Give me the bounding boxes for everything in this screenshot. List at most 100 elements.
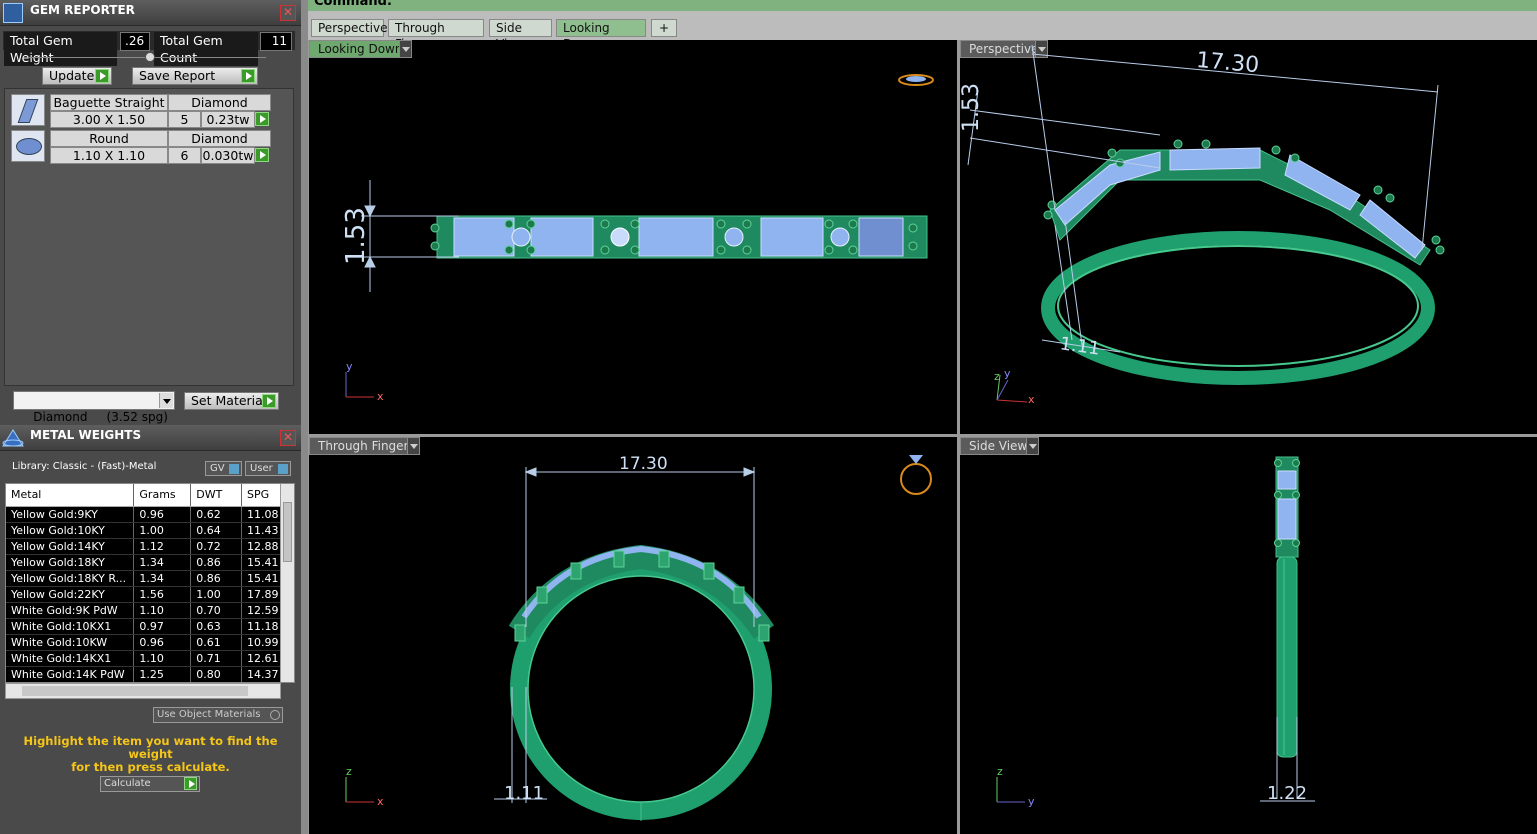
axis-label: z (346, 765, 352, 778)
total-gem-weight-value: .26 (120, 32, 150, 51)
table-cell: 10.99 (241, 634, 282, 651)
play-icon (255, 148, 269, 162)
horizontal-scrollbar[interactable] (5, 683, 281, 699)
table-cell: 1.34 (133, 554, 192, 571)
axis-label: z (997, 765, 1003, 778)
table-cell: 0.86 (190, 554, 243, 571)
axis-label: x (377, 390, 384, 403)
save-report-button[interactable]: Save Report (132, 67, 258, 85)
gem-reporter-title: GEM REPORTER (0, 0, 301, 26)
calculate-label: Calculate (104, 778, 151, 789)
gem-list-item[interactable]: Round Diamond 1.10 X 1.10 6 0.030tw (9, 128, 271, 164)
table-row[interactable]: Yellow Gold:18KY R... 1.34 0.86 15.41 (6, 570, 282, 587)
command-bar[interactable]: Command: (308, 0, 1537, 11)
table-cell: 1.56 (133, 586, 192, 603)
table-row[interactable]: White Gold:14K PdW 1.25 0.80 14.37 (6, 666, 282, 682)
dim-text: 17.30 (619, 454, 668, 474)
table-row[interactable]: Yellow Gold:9KY 0.96 0.62 11.08 (6, 506, 282, 523)
ring-band-top-view (430, 215, 928, 259)
table-cell: 1.34 (133, 570, 192, 587)
table-row[interactable]: White Gold:14KX1 1.10 0.71 12.61 (6, 650, 282, 667)
divider-handle-icon[interactable] (145, 52, 155, 62)
viewport-through-finger[interactable]: Through Finger 17.30 1.11 z x (309, 437, 957, 834)
use-object-materials-toggle[interactable]: Use Object Materials (153, 707, 283, 723)
gem-go-button[interactable] (253, 147, 271, 164)
table-cell: 1.10 (133, 602, 192, 619)
column-header[interactable]: Grams (133, 484, 192, 507)
table-cell: 15.41 (241, 554, 282, 571)
axis-label: y (346, 360, 353, 373)
viewport-perspective[interactable]: Perspective 17.30 1.53 1.11 z y x (960, 40, 1537, 434)
table-row[interactable]: Yellow Gold:18KY 1.34 0.86 15.41 (6, 554, 282, 571)
material-select-value: Diamond (3.52 spg) (33, 410, 168, 424)
axis-icon (345, 372, 374, 398)
gem-size: 3.00 X 1.50 (50, 111, 168, 128)
tab-looking-down[interactable]: Looking Down (556, 19, 646, 51)
table-cell: 11.43 (241, 522, 282, 539)
material-select[interactable]: Diamond (3.52 spg) (13, 391, 175, 424)
axis-icon (996, 374, 1028, 403)
table-cell: 15.41 (241, 570, 282, 587)
table-row[interactable]: White Gold:10KX1 0.97 0.63 11.18 (6, 618, 282, 635)
table-row[interactable]: Yellow Gold:14KY 1.12 0.72 12.88 (6, 538, 282, 555)
dim-text: 1.53 (960, 83, 984, 132)
dim-text: 1.11 (1059, 333, 1102, 359)
command-area: Command: Perspective Through Finger Side… (308, 0, 1537, 51)
column-header[interactable]: DWT (190, 484, 243, 507)
panel-splitter[interactable] (301, 0, 308, 834)
toggle-indicator (229, 464, 239, 474)
table-row[interactable]: Yellow Gold:10KY 1.00 0.64 11.43 (6, 522, 282, 539)
gem-shape: Baguette Straight (50, 94, 168, 111)
table-cell: White Gold:10KX1 (6, 618, 135, 635)
gem-reporter-icon (3, 3, 23, 23)
through-finger-scene: 17.30 1.11 z x (345, 454, 932, 821)
table-cell: 1.10 (133, 650, 192, 667)
table-cell: 0.64 (190, 522, 243, 539)
gem-totals-row: Total Gem Weight .26 Total Gem Count 11 (3, 31, 295, 66)
update-button[interactable]: Update (42, 67, 112, 85)
toggle-indicator (278, 464, 288, 474)
viewport-side-view[interactable]: Side View 1.22 z y (960, 437, 1537, 834)
round-gem-icon (11, 130, 45, 162)
total-gem-weight-label: Total Gem Weight (4, 32, 117, 66)
baguette-gem-icon (11, 94, 45, 126)
viewport-looking-down[interactable]: Looking Down 1.53 y x (309, 40, 957, 434)
use-object-materials-label: Use Object Materials (157, 709, 261, 720)
gv-toggle[interactable]: GV (205, 461, 242, 476)
side-view-scene: 1.22 z y (996, 456, 1315, 808)
scroll-thumb[interactable] (22, 686, 248, 696)
table-row[interactable]: White Gold:10KW 0.96 0.61 10.99 (6, 634, 282, 651)
column-header[interactable]: SPG (241, 484, 282, 507)
add-tab-button[interactable]: + (651, 19, 677, 37)
looking-down-scene: 1.53 y x (341, 74, 934, 403)
gem-go-button[interactable] (253, 111, 271, 128)
table-row[interactable]: White Gold:9K PdW 1.10 0.70 12.59 (6, 602, 282, 619)
scroll-thumb[interactable] (283, 502, 292, 562)
calculate-button[interactable]: Calculate (100, 776, 200, 792)
set-material-button[interactable]: Set Material (184, 392, 279, 410)
column-header[interactable]: Metal (6, 484, 135, 507)
dimension-lines (967, 44, 1439, 353)
table-cell: Yellow Gold:18KY (6, 554, 135, 571)
gem-reporter-close-button[interactable]: ✕ (280, 5, 296, 21)
table-cell: 12.61 (241, 650, 282, 667)
tab-side-view[interactable]: Side View (489, 19, 552, 51)
radio-icon (270, 710, 280, 720)
tab-through-finger[interactable]: Through Finger (388, 19, 484, 51)
metal-weights-header: METAL WEIGHTS ✕ (0, 425, 301, 451)
tab-perspective[interactable]: Perspective (311, 19, 388, 37)
gem-count: 6 (168, 147, 201, 164)
table-cell: White Gold:10KW (6, 634, 135, 651)
table-row[interactable]: Yellow Gold:22KY 1.56 1.00 17.89 (6, 586, 282, 603)
metal-weights-close-button[interactable]: ✕ (280, 430, 296, 446)
axis-label: y (1004, 367, 1011, 380)
vertical-scrollbar[interactable] (280, 484, 294, 682)
gem-list-item[interactable]: Baguette Straight Diamond 3.00 X 1.50 5 … (9, 92, 271, 128)
user-toggle[interactable]: User (245, 461, 291, 476)
library-label: Library: Classic - (Fast)-Metal (12, 461, 157, 472)
axis-label: x (377, 795, 384, 808)
play-icon (241, 69, 255, 83)
axis-label: x (1028, 393, 1035, 406)
ring-front-view (508, 544, 775, 821)
gem-size: 1.10 X 1.10 (50, 147, 168, 164)
